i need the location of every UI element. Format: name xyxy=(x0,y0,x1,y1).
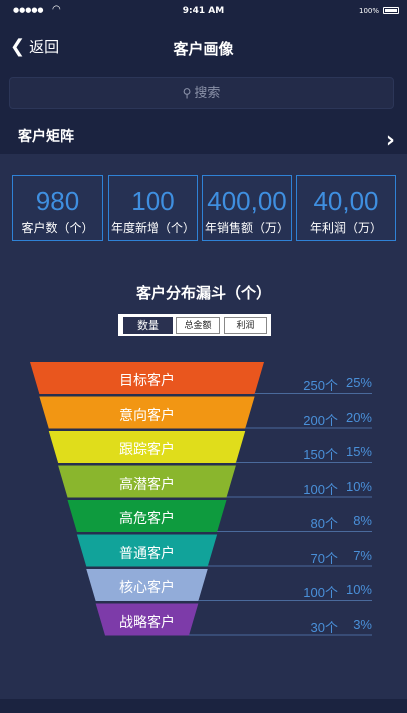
funnel-percent-label: 10% xyxy=(345,582,372,597)
matrix-title: 客户矩阵 xyxy=(18,129,74,145)
tab-quantity[interactable]: 数量 xyxy=(123,317,173,334)
stat-card-customers[interactable]: 980 客户数（个） xyxy=(12,175,103,241)
stat-card-sales[interactable]: 400,00 年销售额（万） xyxy=(202,175,292,241)
battery-icon xyxy=(383,7,399,14)
funnel-segment-label: 高危客户 xyxy=(119,511,175,527)
funnel-count-label: 100个 xyxy=(303,585,338,600)
stat-label: 年销售额（万） xyxy=(204,221,289,235)
tab-total-amount[interactable]: 总金额 xyxy=(176,317,220,334)
funnel-count-label: 250个 xyxy=(303,378,338,393)
stat-card-new[interactable]: 100 年度新增（个） xyxy=(108,175,198,241)
stat-label: 年利润（万） xyxy=(309,221,382,235)
nav-bar: ❮ 返回 客户画像 xyxy=(0,24,407,68)
tab-profit[interactable]: 利润 xyxy=(224,317,267,334)
funnel-percent-label: 25% xyxy=(345,375,372,390)
funnel-count-label: 70个 xyxy=(310,550,338,566)
stat-value: 980 xyxy=(35,186,80,216)
funnel-segment-label: 目标客户 xyxy=(119,373,175,389)
funnel-percent-label: 20% xyxy=(345,409,372,425)
search-placeholder: 搜索 xyxy=(194,86,221,101)
status-time: 9:41 AM xyxy=(182,6,225,16)
funnel-segment-label: 意向客户 xyxy=(119,407,175,424)
funnel-title: 客户分布漏斗（个） xyxy=(135,284,271,302)
funnel-count-label: 200个 xyxy=(303,412,338,428)
stat-label: 客户数（个） xyxy=(21,221,94,235)
search-area: ⚲ 搜索 xyxy=(0,68,407,120)
funnel-segment-label: 普通客户 xyxy=(119,545,175,562)
funnel-percent-label: 3% xyxy=(353,616,372,632)
search-icon: ⚲ xyxy=(182,86,192,100)
chevron-right-icon[interactable]: › xyxy=(386,128,395,153)
funnel-count-label: 100个 xyxy=(303,481,338,497)
bottom-bar xyxy=(0,699,407,713)
funnel-segment-label: 战略客户 xyxy=(119,614,175,631)
funnel-chart: 目标客户 250个 25% 意向客户 200个 20% 跟踪客户 150个 15% 高潜客户 100… xyxy=(0,362,407,652)
search-input[interactable]: ⚲ 搜索 xyxy=(9,77,394,109)
stat-value: 400,00 xyxy=(207,186,287,216)
stats-row: 980 客户数（个） 100 年度新增（个） 400,00 年销售额（万） 40… xyxy=(12,175,396,241)
stat-value: 100 xyxy=(131,186,175,216)
stat-label: 年度新增（个） xyxy=(110,221,195,235)
matrix-header[interactable]: 客户矩阵 › xyxy=(0,120,407,154)
funnel-count-label: 80个 xyxy=(310,516,338,531)
funnel-segment-label: 核心客户 xyxy=(119,580,175,596)
funnel-tabs: 数量 总金额 利润 xyxy=(118,314,271,336)
funnel-percent-label: 15% xyxy=(345,444,372,459)
funnel-count-label: 30个 xyxy=(310,619,338,635)
funnel-segment-label: 高潜客户 xyxy=(119,476,175,493)
funnel-count-label: 150个 xyxy=(303,447,338,462)
page-title: 客户画像 xyxy=(173,40,234,58)
funnel-percent-label: 8% xyxy=(353,513,372,528)
funnel-segment-label: 跟踪客户 xyxy=(119,442,175,458)
stat-value: 40,00 xyxy=(313,186,379,216)
status-bar: ●●●●● ◠ 9:41 AM 100% xyxy=(0,0,407,24)
battery-percent: 100% xyxy=(358,7,379,15)
funnel-percent-label: 7% xyxy=(353,547,372,563)
funnel-percent-label: 10% xyxy=(345,478,372,494)
stat-card-profit[interactable]: 40,00 年利润（万） xyxy=(296,175,396,241)
